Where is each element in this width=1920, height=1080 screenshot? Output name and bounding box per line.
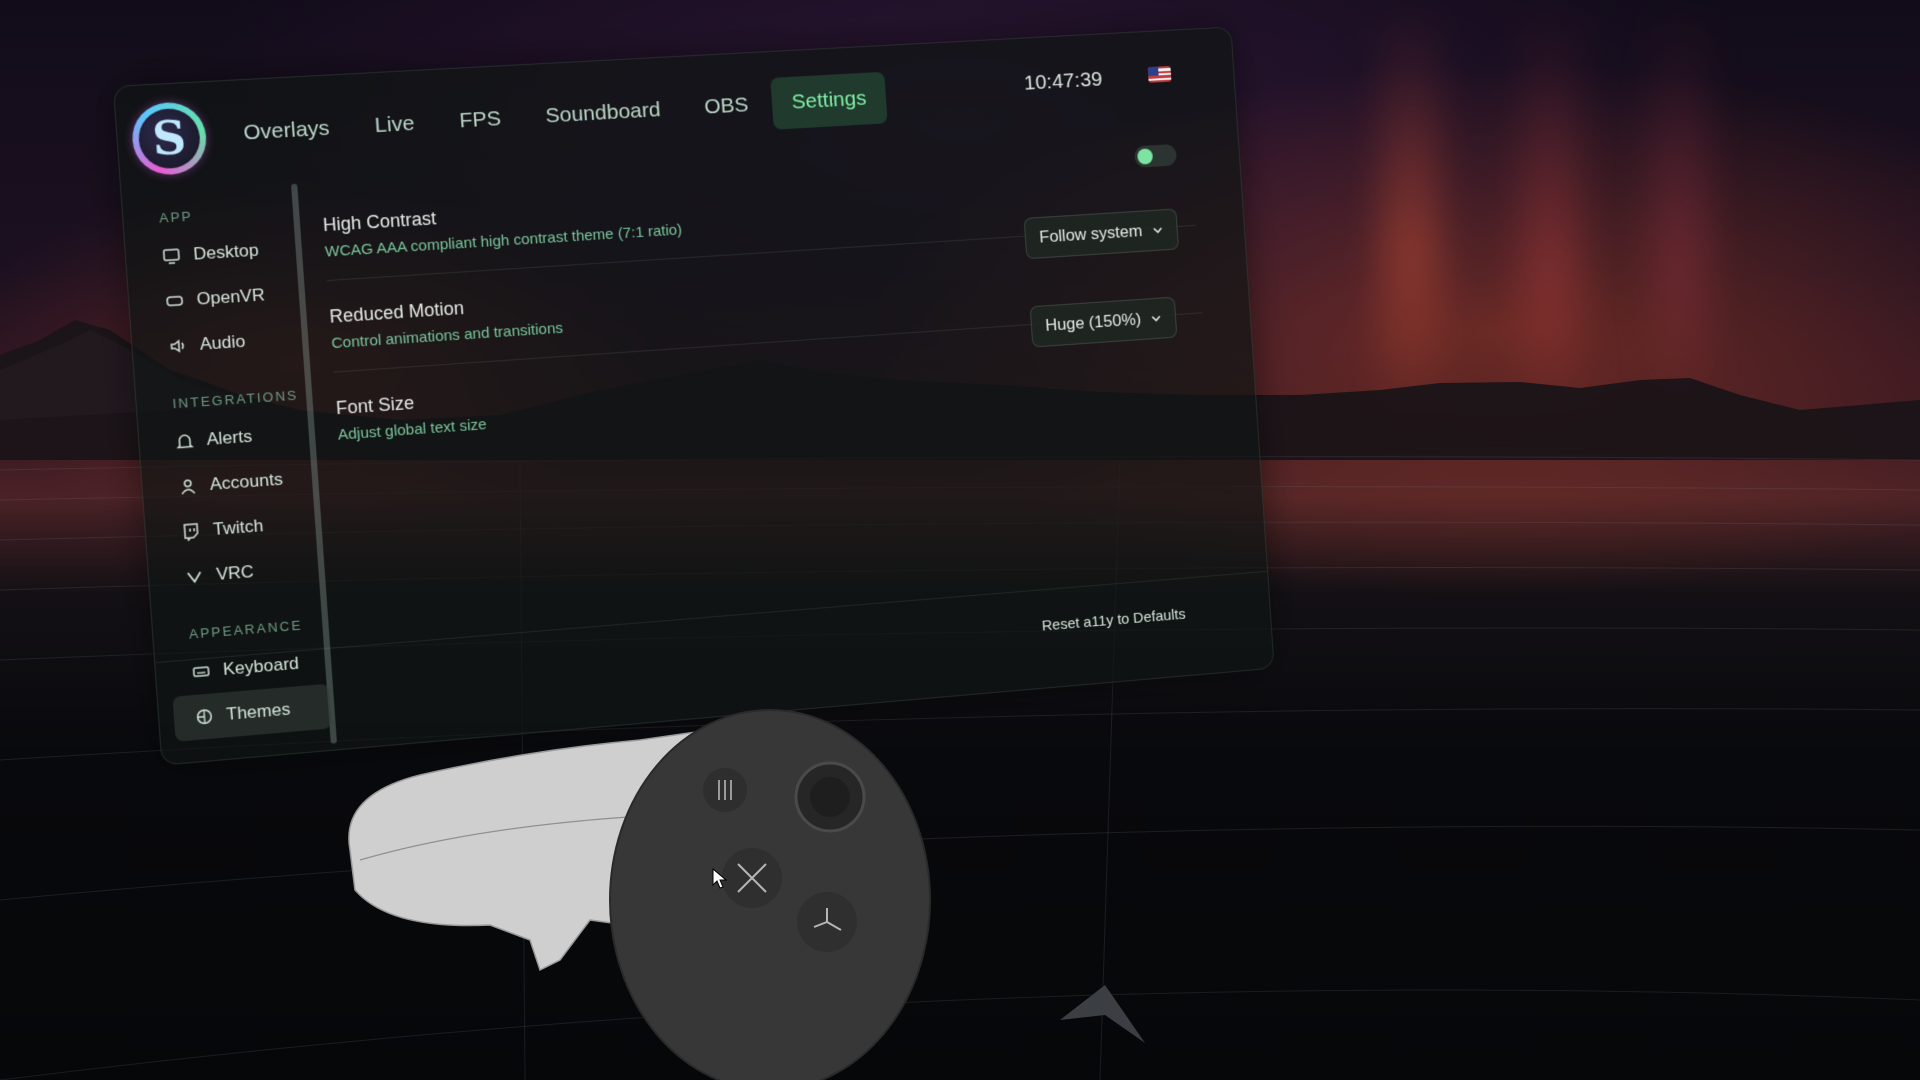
select-value: Follow system — [1039, 221, 1143, 247]
setting-description: Adjust global text size — [337, 416, 487, 444]
setting-title: High Contrast — [322, 208, 437, 236]
twitch-icon — [181, 522, 201, 542]
sidebar-item-label: Alerts — [206, 426, 253, 450]
tab-fps[interactable]: FPS — [437, 92, 523, 149]
reset-defaults-button[interactable]: Reset a11y to Defaults — [1041, 606, 1186, 635]
sidebar-item-label: Twitch — [212, 516, 264, 540]
section-label-app: APP — [159, 202, 296, 225]
speaker-icon — [168, 336, 188, 356]
clock: 10:47:39 — [1023, 68, 1103, 96]
monitor-icon — [161, 246, 181, 266]
sidebar-item-label: OpenVR — [196, 285, 265, 310]
chevron-down-icon — [1151, 224, 1163, 236]
sidebar-item-label: VRC — [216, 562, 255, 585]
panel-surface: S Overlays Live FPS Soundboard OBS Setti… — [113, 26, 1275, 765]
tab-obs[interactable]: OBS — [683, 78, 770, 135]
logo-mark: S — [137, 111, 202, 167]
user-icon — [178, 477, 198, 497]
tab-settings[interactable]: Settings — [770, 72, 887, 130]
tab-soundboard[interactable]: Soundboard — [523, 83, 682, 144]
flag-canton — [1148, 67, 1159, 76]
vr-controller — [330, 700, 950, 1080]
settings-panel: S Overlays Live FPS Soundboard OBS Setti… — [113, 27, 1273, 764]
main-tabs: Overlays Live FPS Soundboard OBS Setting… — [221, 72, 888, 161]
logo-inner: S — [137, 107, 202, 170]
sidebar-item-label: Accounts — [209, 469, 283, 495]
us-flag-icon[interactable] — [1148, 66, 1172, 83]
sidebar-item-audio[interactable]: Audio — [146, 315, 306, 370]
thumbstick-cap — [810, 777, 850, 817]
chevron-down-icon — [1150, 312, 1162, 324]
setting-title: Reduced Motion — [329, 298, 465, 328]
tab-live[interactable]: Live — [352, 96, 436, 153]
setting-title: Font Size — [335, 393, 415, 420]
vrc-icon — [184, 567, 204, 587]
vr-headset-icon — [165, 291, 185, 311]
laser-pointer-tip — [1060, 985, 1150, 1045]
sidebar-item-label: Desktop — [193, 240, 260, 264]
select-value: Huge (150%) — [1045, 310, 1142, 336]
section-label-integrations: INTEGRATIONS — [172, 387, 309, 412]
app-logo[interactable]: S — [130, 101, 209, 177]
settings-content: High Contrast WCAG AAA compliant high co… — [320, 136, 1238, 636]
mouse-cursor-icon — [712, 868, 728, 890]
section-label-appearance: APPEARANCE — [188, 616, 324, 642]
bell-icon — [175, 432, 195, 452]
tab-overlays[interactable]: Overlays — [221, 101, 352, 161]
sidebar-item-label: Audio — [199, 331, 246, 354]
